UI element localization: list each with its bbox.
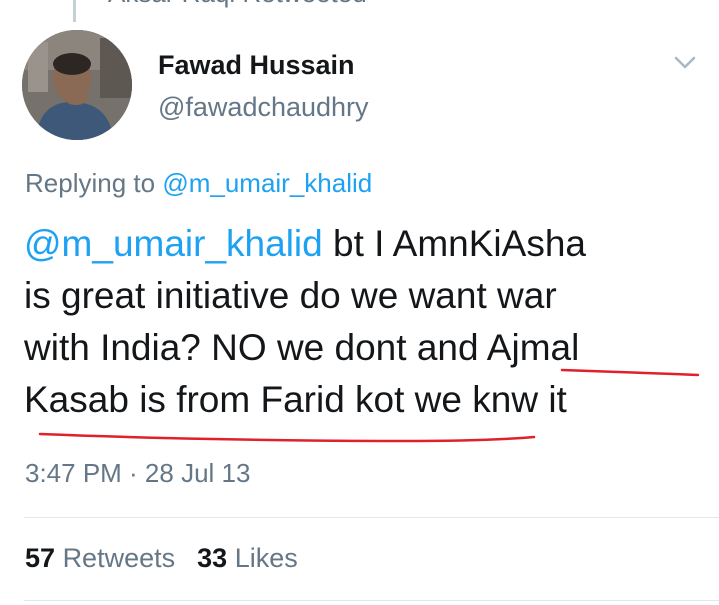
tweet-line-1: @m_umair_khalid bt I AmnKiAsha <box>24 218 714 270</box>
replying-to-label: Replying to <box>25 168 156 198</box>
chevron-down-icon[interactable] <box>673 52 697 72</box>
tweet-line-4: Kasab is from Farid kot we knw it <box>24 379 567 420</box>
avatar[interactable] <box>22 30 132 140</box>
author-handle[interactable]: @fawadchaudhry <box>158 92 369 123</box>
tweet-line-2: is great initiative do we want war <box>24 275 557 316</box>
retweets-stat[interactable]: 57 Retweets <box>25 543 175 573</box>
tweet-line-3: with India? NO we dont and Ajmal <box>24 322 714 374</box>
thread-connector-line <box>73 0 76 22</box>
underline-kasab-line <box>38 432 536 443</box>
replying-to: Replying to @m_umair_khalid <box>25 168 372 199</box>
tweet-line-3-highlight: Ajmal <box>486 327 580 368</box>
divider-bottom <box>24 600 719 601</box>
tweet-line-3-text: with India? NO we dont and <box>24 327 487 368</box>
likes-count: 33 <box>197 543 228 573</box>
engagement-stats: 57 Retweets 33 Likes <box>25 543 298 574</box>
tweet-line-1-text: bt I AmnKiAsha <box>322 223 586 264</box>
replying-to-mention[interactable]: @m_umair_khalid <box>162 168 372 198</box>
retweets-label: Retweets <box>62 543 176 573</box>
tweet-timestamp[interactable]: 3:47 PM · 28 Jul 13 <box>25 458 250 489</box>
likes-stat[interactable]: 33 Likes <box>197 543 298 573</box>
divider-top <box>24 517 719 518</box>
likes-label: Likes <box>234 543 298 573</box>
author-name[interactable]: Fawad Hussain <box>158 50 355 81</box>
avatar-photo <box>22 30 132 140</box>
tweet-text: @m_umair_khalid bt I AmnKiAsha is great … <box>24 218 714 426</box>
retweets-count: 57 <box>25 543 56 573</box>
tweet-mention-link[interactable]: @m_umair_khalid <box>24 223 323 264</box>
retweet-context-text: Aksar Raqi Retweeted <box>108 0 367 9</box>
